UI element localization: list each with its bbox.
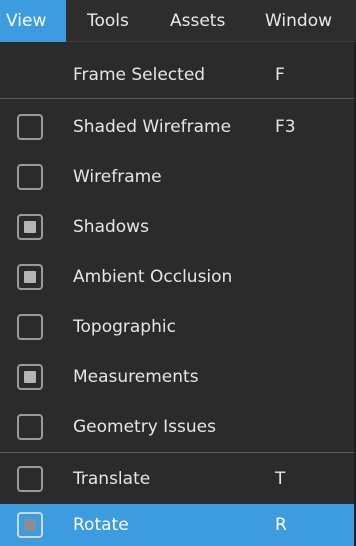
checkbox-checked-icon[interactable] (17, 264, 43, 290)
menu-item-frame-selected[interactable]: Frame Selected F (0, 50, 356, 100)
menu-item-shaded-wireframe[interactable]: Shaded Wireframe F3 (0, 102, 356, 152)
checkbox-icon[interactable] (17, 414, 43, 440)
menu-item-shadows[interactable]: Shadows (0, 202, 356, 252)
menu-item-rotate[interactable]: Rotate R (0, 504, 356, 546)
menu-item-shortcut: F3 (275, 117, 296, 137)
menu-window-label: Window (265, 10, 333, 31)
menu-item-measurements[interactable]: Measurements (0, 352, 356, 402)
menu-item-label: Translate (73, 469, 151, 489)
menu-item-shortcut: R (275, 515, 287, 535)
menu-bar: View Tools Assets Window (0, 0, 356, 42)
menu-item-label: Shadows (73, 217, 149, 237)
menu-assets-label: Assets (170, 10, 226, 31)
checkbox-icon[interactable] (17, 314, 43, 340)
menu-item-label: Geometry Issues (73, 417, 216, 437)
menu-item-translate[interactable]: Translate T (0, 454, 356, 504)
menu-item-label: Measurements (73, 367, 199, 387)
menu-view[interactable]: View (0, 0, 66, 42)
menu-item-label: Shaded Wireframe (73, 117, 232, 137)
menu-item-label: Ambient Occlusion (73, 267, 233, 287)
menu-item-label: Frame Selected (73, 65, 206, 85)
checkbox-icon[interactable] (17, 114, 43, 140)
menu-tools-label: Tools (87, 10, 129, 31)
view-dropdown-menu: Frame Selected F Shaded Wireframe F3 Wir… (0, 42, 356, 546)
checkbox-checked-icon[interactable] (17, 214, 43, 240)
menu-item-label: Rotate (73, 515, 129, 535)
menu-item-label: Topographic (73, 317, 176, 337)
checkbox-checked-icon[interactable] (17, 512, 43, 538)
menu-item-wireframe[interactable]: Wireframe (0, 152, 356, 202)
menu-assets[interactable]: Assets (148, 0, 244, 42)
menu-item-ambient-occlusion[interactable]: Ambient Occlusion (0, 252, 356, 302)
checkbox-icon[interactable] (17, 164, 43, 190)
menu-separator (0, 452, 356, 453)
menu-item-shortcut: T (275, 469, 286, 489)
menu-separator (0, 98, 356, 99)
checkbox-checked-icon[interactable] (17, 364, 43, 390)
menu-item-geometry-issues[interactable]: Geometry Issues (0, 402, 356, 452)
menu-item-topographic[interactable]: Topographic (0, 302, 356, 352)
checkbox-icon[interactable] (17, 466, 43, 492)
menu-item-shortcut: F (275, 65, 285, 85)
menu-window[interactable]: Window (244, 0, 356, 42)
menu-view-label: View (6, 10, 47, 31)
menu-item-label: Wireframe (73, 167, 162, 187)
menu-tools[interactable]: Tools (66, 0, 148, 42)
